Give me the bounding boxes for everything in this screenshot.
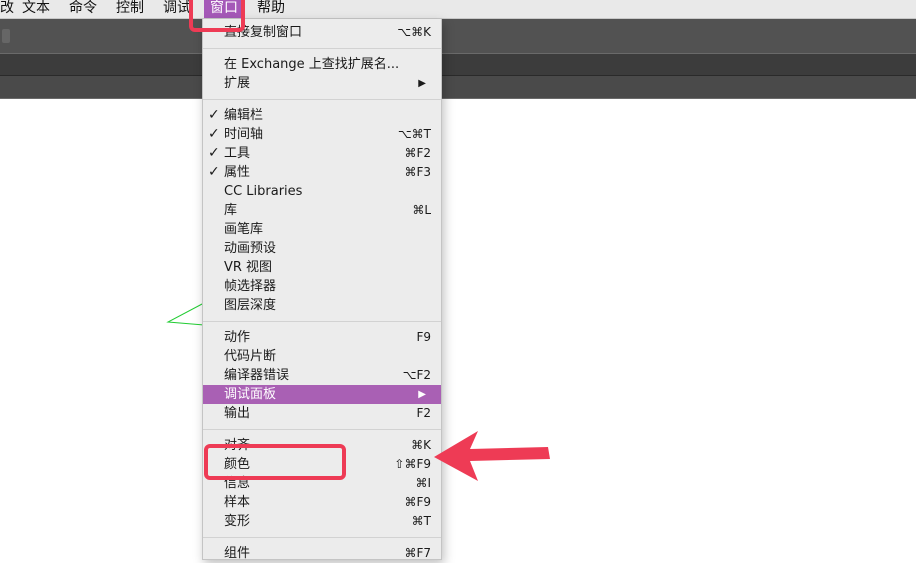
menu-item-label: 输出 [224,406,251,421]
checkmark-icon: ✓ [208,126,220,142]
menu-item-label: 画笔库 [224,222,264,237]
menu-item-shortcut: ⇧⌘F9 [394,457,431,471]
menu-item[interactable]: 画笔库 [203,220,441,239]
menu-separator [203,537,441,538]
menu-separator [203,321,441,322]
checkmark-icon: ✓ [208,145,220,161]
annotation-color-item-highlight [204,444,346,480]
menu-item[interactable]: 动画预设 [203,239,441,258]
document-tab-bar [0,53,916,76]
edit-bar [0,75,916,99]
menu-bar: 改 文本 命令 控制 调试 窗口 帮助 [0,0,916,19]
submenu-arrow-icon: ▶ [418,78,426,89]
menu-item-label: 编译器错误 [224,368,290,383]
menu-item[interactable]: 调试面板 ▶ [203,385,441,404]
menu-item-shortcut: ⌘K [411,438,431,452]
menu-text[interactable]: 文本 [16,0,56,18]
menu-separator [203,429,441,430]
menu-item-shortcut: ⌘T [411,514,431,528]
checkmark-icon: ✓ [208,107,220,123]
menu-help[interactable]: 帮助 [251,0,291,18]
menu-item-label: 帧选择器 [224,279,277,294]
menu-item-label: 动画预设 [224,241,277,256]
app-toolbar [0,19,916,53]
menu-item[interactable]: 在 Exchange 上查找扩展名... [203,55,441,74]
annotation-window-menu-highlight [189,0,245,32]
toolbar-handle[interactable] [2,29,10,43]
menu-item[interactable]: 编译器错误 ⌥F2 [203,366,441,385]
menu-item-label: CC Libraries [224,184,303,199]
checkmark-icon: ✓ [208,164,220,180]
menu-item[interactable]: 变形 ⌘T [203,512,441,531]
menu-item-label: 扩展 [224,76,251,91]
menu-item-label: 时间轴 [224,127,264,142]
menu-item[interactable]: CC Libraries [203,182,441,201]
menu-item-label: 编辑栏 [224,108,264,123]
menu-item-shortcut: F9 [416,330,431,344]
menu-item-label: 代码片断 [224,349,277,364]
menu-item[interactable]: 扩展 ▶ [203,74,441,93]
menu-item[interactable]: 库 ⌘L [203,201,441,220]
menu-item[interactable]: ✓ 时间轴 ⌥⌘T [203,125,441,144]
menu-separator [203,99,441,100]
menu-item-label: 动作 [224,330,251,345]
menu-item-shortcut: ⌥F2 [402,368,431,382]
menu-item-label: 工具 [224,146,251,161]
menu-item-label: VR 视图 [224,260,273,275]
menu-item-label: 图层深度 [224,298,277,313]
submenu-arrow-icon: ▶ [418,389,426,400]
menu-item-shortcut: ⌥⌘K [397,25,431,39]
menu-item-shortcut: ⌘I [415,476,431,490]
annotation-arrow-icon [434,431,550,481]
menu-item-shortcut: ⌘F3 [404,165,431,179]
menu-control[interactable]: 控制 [110,0,150,18]
menu-item-label: 调试面板 [224,387,277,402]
menu-item[interactable]: VR 视图 [203,258,441,277]
menu-item[interactable]: 输出 F2 [203,404,441,423]
menu-item-label: 变形 [224,514,251,529]
menu-item-label: 样本 [224,495,251,510]
menu-item[interactable]: 样本 ⌘F9 [203,493,441,512]
menu-item-shortcut: ⌘F9 [404,495,431,509]
menu-item[interactable]: 代码片断 [203,347,441,366]
menu-item-shortcut: F2 [416,406,431,420]
menu-item[interactable]: 帧选择器 [203,277,441,296]
menu-item[interactable]: ✓ 属性 ⌘F3 [203,163,441,182]
menu-item-label: 在 Exchange 上查找扩展名... [224,57,400,72]
menu-item-label: 属性 [224,165,251,180]
menu-item-shortcut: ⌘L [412,203,431,217]
menu-item-shortcut: ⌘F2 [404,146,431,160]
menu-item[interactable]: 图层深度 [203,296,441,315]
menu-item[interactable]: 组件 ⌘F7 [203,544,441,563]
menu-item-shortcut: ⌘F7 [404,546,431,560]
menu-commands[interactable]: 命令 [63,0,103,18]
menu-item[interactable]: 动作 F9 [203,328,441,347]
menu-separator [203,48,441,49]
menu-item-shortcut: ⌥⌘T [397,127,431,141]
menu-item[interactable]: ✓ 工具 ⌘F2 [203,144,441,163]
menu-item-label: 组件 [224,546,251,561]
menu-item-label: 库 [224,203,238,218]
menu-item[interactable]: ✓ 编辑栏 [203,106,441,125]
